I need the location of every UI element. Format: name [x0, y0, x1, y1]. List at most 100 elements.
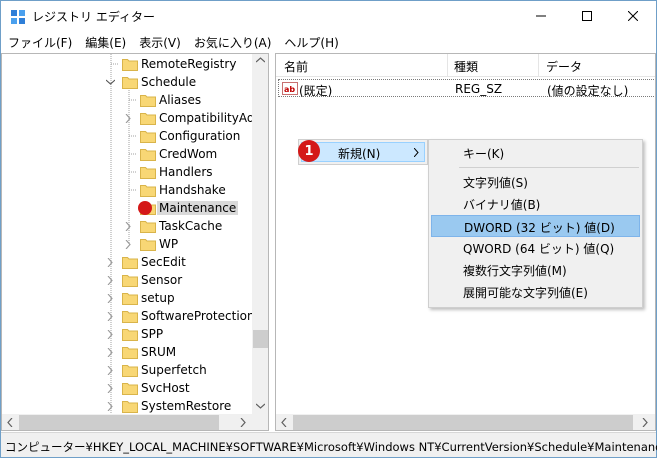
folder-icon	[140, 129, 156, 143]
menu-item-dword-value[interactable]: DWORD (32 ビット) 値(D)	[431, 215, 640, 237]
tree-item-label: CredWom	[159, 147, 218, 161]
folder-icon	[122, 273, 138, 287]
folder-icon	[122, 399, 138, 413]
chevron-right-icon[interactable]	[104, 289, 116, 307]
list-horizontal-scrollbar[interactable]	[276, 414, 655, 430]
folder-icon	[140, 237, 156, 251]
minimize-button[interactable]	[518, 1, 564, 31]
tree-item[interactable]: setup	[2, 289, 252, 307]
menu-item-qword-value[interactable]: QWORD (64 ビット) 値(Q)	[431, 237, 640, 259]
tree-item[interactable]: Handshake	[2, 181, 252, 199]
menu-file[interactable]: ファイル(F)	[1, 32, 78, 52]
folder-icon	[140, 147, 156, 161]
tree-item-label: RemoteRegistry	[141, 57, 237, 71]
svg-text:ab: ab	[284, 85, 295, 94]
chevron-down-icon[interactable]	[104, 73, 116, 91]
tree-scroll-thumb[interactable]	[253, 330, 268, 348]
status-bar: コンピューター¥HKEY_LOCAL_MACHINE¥SOFTWARE¥Micr…	[1, 432, 657, 457]
menu-view[interactable]: 表示(V)	[132, 32, 187, 52]
menu-item-string-value[interactable]: 文字列値(S)	[431, 171, 640, 193]
tree-item-label: CompatibilityAda	[159, 111, 262, 125]
tree-item-label: setup	[141, 291, 175, 305]
tree-item-label: SecEdit	[141, 255, 186, 269]
column-data-header[interactable]: データ	[546, 58, 582, 75]
column-type-header[interactable]: 種類	[454, 58, 478, 75]
tree-item[interactable]: Superfetch	[2, 361, 252, 379]
menu-edit[interactable]: 編集(E)	[78, 32, 132, 52]
folder-icon	[140, 111, 156, 125]
menu-item-key[interactable]: キー(K)	[431, 142, 640, 164]
chevron-right-icon[interactable]	[104, 343, 116, 361]
folder-icon	[140, 183, 156, 197]
tree-item[interactable]: RemoteRegistry	[2, 55, 252, 73]
column-separator[interactable]	[538, 54, 539, 77]
folder-icon	[122, 309, 138, 323]
chevron-right-icon[interactable]	[104, 253, 116, 271]
regedit-app-icon	[11, 10, 25, 24]
tree-hscroll-thumb[interactable]	[19, 415, 219, 430]
tree-item[interactable]: SvcHost	[2, 379, 252, 397]
tree-item-label: Handshake	[159, 183, 226, 197]
menu-help[interactable]: ヘルプ(H)	[277, 32, 344, 52]
tree-item-label: Configuration	[159, 129, 241, 143]
tree-item[interactable]: Handlers	[2, 163, 252, 181]
chevron-right-icon[interactable]	[104, 379, 116, 397]
value-data: (値の設定なし)	[547, 84, 629, 98]
list-hscroll-thumb[interactable]	[293, 415, 633, 430]
menu-item-expandable-string-value[interactable]: 展開可能な文字列値(E)	[431, 281, 640, 303]
folder-icon	[122, 363, 138, 377]
menu-favorites[interactable]: お気に入り(A)	[187, 32, 278, 52]
folder-icon	[140, 93, 156, 107]
tree-item-label: WP	[159, 237, 179, 251]
chevron-right-icon[interactable]	[104, 325, 116, 343]
selection-marker	[138, 201, 152, 215]
tree-item[interactable]: Maintenance	[2, 199, 252, 217]
scroll-right-icon[interactable]	[642, 418, 648, 427]
tree-item[interactable]: Configuration	[2, 127, 252, 145]
scroll-down-icon[interactable]	[256, 403, 265, 409]
chevron-right-icon[interactable]	[104, 397, 116, 415]
maximize-button[interactable]	[564, 1, 610, 31]
key-tree-pane[interactable]: RemoteRegistry Schedule Aliases Compatibili…	[1, 53, 269, 431]
column-separator[interactable]	[447, 54, 448, 77]
column-name-header[interactable]: 名前	[284, 58, 308, 75]
tree-horizontal-scrollbar[interactable]	[2, 414, 252, 430]
menu-item-binary-value[interactable]: バイナリ値(B)	[431, 193, 640, 215]
step-badge: 1	[298, 140, 320, 162]
tree-item[interactable]: TaskCache	[2, 217, 252, 235]
close-button[interactable]	[610, 1, 656, 31]
chevron-right-icon[interactable]	[122, 235, 134, 253]
tree-item[interactable]: WP	[2, 235, 252, 253]
tree-item-label: SRUM	[141, 345, 177, 359]
tree-item[interactable]: CredWom	[2, 145, 252, 163]
scroll-right-icon[interactable]	[240, 418, 246, 427]
tree-item-label: TaskCache	[159, 219, 223, 233]
chevron-right-icon[interactable]	[122, 109, 134, 127]
table-row[interactable]: ab (既定) REG_SZ (値の設定なし)	[278, 79, 655, 98]
tree-item[interactable]: SRUM	[2, 343, 252, 361]
tree-item[interactable]: Aliases	[2, 91, 252, 109]
tree-item[interactable]: SecEdit	[2, 253, 252, 271]
chevron-right-icon[interactable]	[104, 361, 116, 379]
scroll-left-icon[interactable]	[281, 418, 287, 427]
chevron-right-icon[interactable]	[104, 271, 116, 289]
tree-item-label: Aliases	[159, 93, 202, 107]
scroll-left-icon[interactable]	[7, 418, 13, 427]
maximize-icon	[582, 11, 592, 21]
tree-item[interactable]: SystemRestore	[2, 397, 252, 415]
tree-item[interactable]: Sensor	[2, 271, 252, 289]
tree-vertical-scrollbar[interactable]	[252, 54, 268, 414]
tree-item[interactable]: SPP	[2, 325, 252, 343]
folder-icon	[122, 255, 138, 269]
tree-item[interactable]: SoftwareProtectionPl	[2, 307, 265, 325]
menu-separator	[459, 167, 639, 168]
value-type: REG_SZ	[455, 82, 503, 96]
tree-item[interactable]: CompatibilityAda	[2, 109, 262, 127]
tree-item[interactable]: Schedule	[2, 73, 252, 91]
chevron-right-icon[interactable]	[104, 307, 116, 325]
chevron-right-icon[interactable]	[122, 217, 134, 235]
scroll-up-icon[interactable]	[256, 57, 265, 63]
tree-item-label: SoftwareProtectionPl	[141, 309, 266, 323]
menu-item-multi-string-value[interactable]: 複数行文字列値(M)	[431, 259, 640, 281]
window-title: レジストリ エディター	[32, 10, 155, 24]
